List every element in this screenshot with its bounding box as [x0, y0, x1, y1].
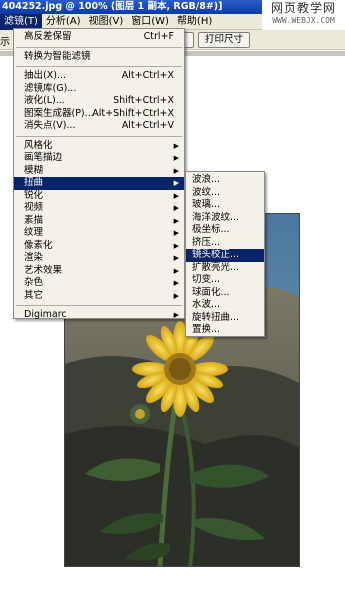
site-watermark: 网页教学网 WWW.WEBJX.COM — [262, 0, 345, 30]
blur-label: 模糊 — [24, 164, 44, 176]
menu-item-distort[interactable]: 扭曲 ▶ — [14, 177, 184, 190]
liquify-label: 液化(L)... — [24, 95, 65, 106]
noise-label: 杂色 — [24, 277, 44, 288]
watermark-title: 网页教学网 — [270, 1, 336, 15]
submenu-arrow-icon: ▶ — [173, 166, 179, 175]
menu-separator — [16, 305, 182, 306]
artistic-label: 艺术效果 — [24, 264, 63, 276]
menu-item-artistic[interactable]: 艺术效果 ▶ — [14, 265, 184, 278]
submenu-arrow-icon: ▶ — [173, 154, 179, 162]
sketch-label: 素描 — [24, 214, 44, 226]
menu-item-sharpen[interactable]: 锐化 ▶ — [14, 190, 184, 203]
submenu-arrow-icon: ▶ — [173, 291, 179, 300]
menu-item-brush-strokes[interactable]: 画笔描边 ▶ — [14, 152, 184, 165]
distort-submenu: 波浪... 波纹... 玻璃... 海洋波纹... 极坐标... 挤压... 镜… — [185, 171, 265, 337]
menu-item-pattern-maker[interactable]: 图案生成器(P)... Alt+Shift+Ctrl+X — [14, 108, 184, 121]
menu-item-video[interactable]: 视频 ▶ — [14, 202, 184, 215]
submenu-item-displace[interactable]: 置换... — [186, 324, 264, 337]
submenu-item-twirl[interactable]: 旋转扭曲... — [186, 312, 264, 325]
last-filter-shortcut: Ctrl+F — [143, 31, 174, 42]
menu-item-sketch[interactable]: 素描 ▶ — [14, 215, 184, 228]
filter-menu: 高反差保留 Ctrl+F 转换为智能滤镜 抽出(X)... Alt+Ctrl+X… — [13, 28, 185, 322]
submenu-item-spherize[interactable]: 球面化... — [186, 287, 264, 300]
menu-item-other[interactable]: 其它 ▶ — [14, 290, 184, 303]
submenu-item-glass[interactable]: 玻璃... — [186, 199, 264, 212]
sharpen-label: 锐化 — [24, 189, 44, 201]
menu-item-noise[interactable]: 杂色 ▶ — [14, 277, 184, 290]
digimarc-label: Digimarc — [24, 309, 67, 320]
submenu-arrow-icon: ▶ — [173, 311, 179, 319]
filter-gallery-label: 滤镜库(G)... — [24, 82, 77, 94]
menu-item-blur[interactable]: 模糊 ▶ — [14, 165, 184, 178]
submenu-arrow-icon: ▶ — [173, 279, 179, 287]
menu-item-digimarc[interactable]: Digimarc ▶ — [14, 309, 184, 322]
menu-item-texture[interactable]: 纹理 ▶ — [14, 227, 184, 240]
pattern-maker-shortcut: Alt+Shift+Ctrl+X — [92, 107, 174, 119]
pattern-maker-label: 图案生成器(P)... — [24, 107, 94, 119]
submenu-arrow-icon: ▶ — [173, 216, 179, 225]
menu-item-extract[interactable]: 抽出(X)... Alt+Ctrl+X — [14, 70, 184, 83]
submenu-item-zigzag[interactable]: 水波... — [186, 299, 264, 312]
submenu-arrow-icon: ▶ — [173, 241, 179, 250]
menu-item-convert-smart-filter[interactable]: 转换为智能滤镜 — [14, 51, 184, 64]
video-label: 视频 — [24, 202, 44, 213]
last-filter-label: 高反差保留 — [24, 31, 72, 42]
texture-label: 纹理 — [24, 227, 44, 238]
submenu-arrow-icon: ▶ — [173, 254, 179, 262]
submenu-arrow-icon: ▶ — [173, 229, 179, 237]
window-title: 404252.jpg @ 100% (图层 1 副本, RGB/8#)] — [2, 1, 223, 12]
menu-item-stylize[interactable]: 风格化 ▶ — [14, 140, 184, 153]
submenu-arrow-icon: ▶ — [173, 191, 179, 200]
watermark-url: WWW.WEBJX.COM — [272, 16, 335, 25]
distort-label: 扭曲 — [24, 177, 44, 188]
pixelate-label: 像素化 — [24, 239, 53, 251]
brush-strokes-label: 画笔描边 — [24, 152, 63, 163]
submenu-item-ripple[interactable]: 波纹... — [186, 187, 264, 200]
submenu-arrow-icon: ▶ — [173, 179, 179, 187]
vanishing-point-shortcut: Alt+Ctrl+V — [121, 120, 174, 131]
extract-label: 抽出(X)... — [24, 70, 66, 81]
menu-separator — [16, 135, 182, 137]
submenu-item-lens-correction[interactable]: 镜头校正... — [186, 249, 264, 262]
submenu-item-diffuse-glow[interactable]: 扩散亮光... — [186, 262, 264, 275]
options-label: 示 — [0, 37, 10, 48]
menu-separator — [16, 66, 182, 67]
print-size-button[interactable]: 打印尺寸 — [198, 32, 250, 48]
menu-item-render[interactable]: 渲染 ▶ — [14, 252, 184, 265]
submenu-item-shear[interactable]: 切变... — [186, 274, 264, 287]
render-label: 渲染 — [24, 252, 44, 263]
other-label: 其它 — [24, 289, 44, 301]
extract-shortcut: Alt+Ctrl+X — [121, 70, 174, 81]
menu-item-filter-gallery[interactable]: 滤镜库(G)... — [14, 83, 184, 96]
submenu-item-polar-coordinates[interactable]: 极坐标... — [186, 224, 264, 237]
window-title-bar: 404252.jpg @ 100% (图层 1 副本, RGB/8#)] — [0, 0, 262, 14]
vanishing-point-label: 消失点(V)... — [24, 120, 76, 131]
submenu-item-ocean-ripple[interactable]: 海洋波纹... — [186, 212, 264, 225]
submenu-arrow-icon: ▶ — [173, 141, 179, 150]
liquify-shortcut: Shift+Ctrl+X — [113, 95, 174, 106]
menu-item-pixelate[interactable]: 像素化 ▶ — [14, 240, 184, 253]
menu-item-liquify[interactable]: 液化(L)... Shift+Ctrl+X — [14, 95, 184, 108]
submenu-item-wave[interactable]: 波浪... — [186, 174, 264, 187]
menu-item-vanishing-point[interactable]: 消失点(V)... Alt+Ctrl+V — [14, 120, 184, 133]
menu-separator — [16, 46, 182, 48]
stylize-label: 风格化 — [24, 139, 53, 151]
submenu-item-pinch[interactable]: 挤压... — [186, 237, 264, 250]
submenu-arrow-icon: ▶ — [173, 266, 179, 275]
menu-item-last-filter[interactable]: 高反差保留 Ctrl+F — [14, 31, 184, 44]
submenu-arrow-icon: ▶ — [173, 204, 179, 212]
